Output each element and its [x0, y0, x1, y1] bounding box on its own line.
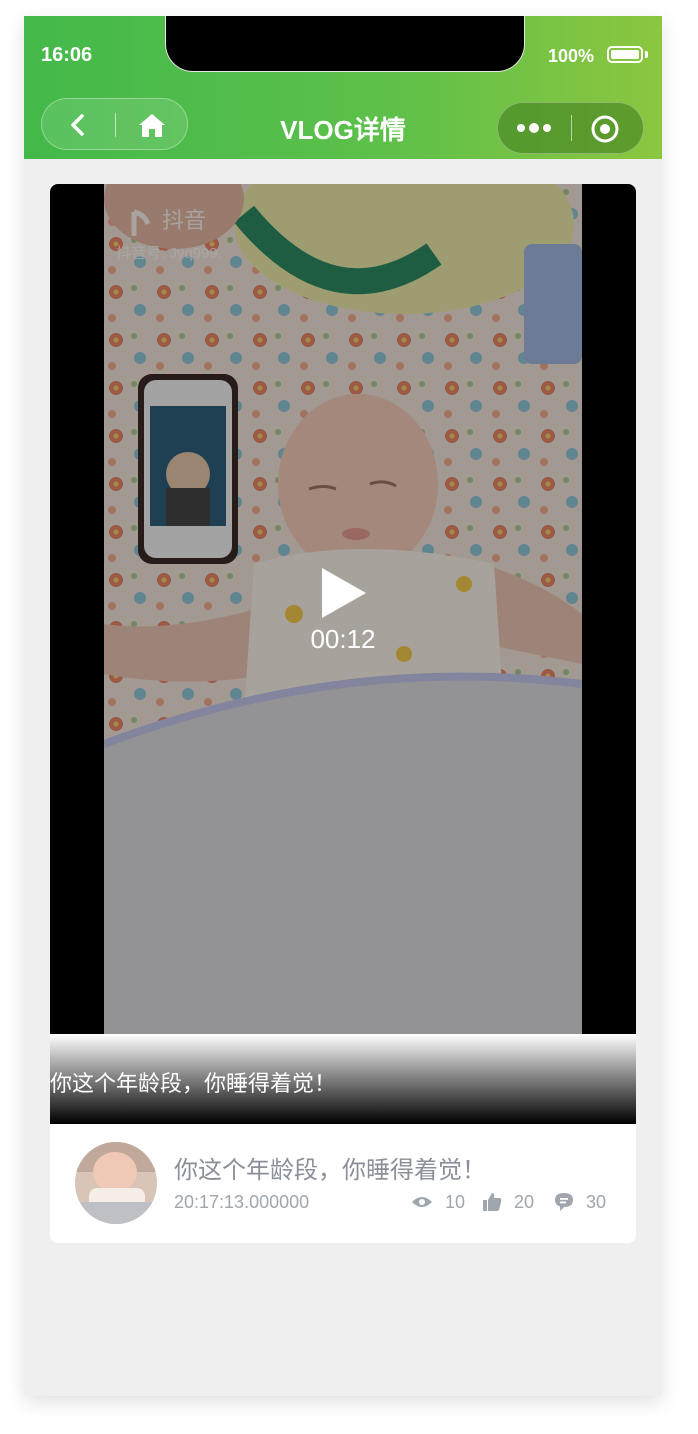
comments-stat[interactable]: 30 — [554, 1190, 606, 1214]
views-count: 10 — [445, 1191, 466, 1212]
phone-screen: 16:06 100% VLOG详情 抖音 抖音号: Jyq999. 00:12 … — [24, 16, 662, 1396]
header-bar: 16:06 100% VLOG详情 — [24, 16, 662, 159]
video-duration: 00:12 — [310, 624, 376, 654]
vlog-card: 抖音 抖音号: Jyq999. 00:12 你这个年龄段，你睡得着觉！ 你这个年… — [50, 184, 636, 1243]
close-miniprogram-button[interactable] — [590, 114, 620, 144]
video-caption: 你这个年龄段，你睡得着觉！ — [50, 1071, 337, 1096]
likes-stat[interactable]: 20 — [482, 1190, 534, 1214]
caption-band: 你这个年龄段，你睡得着觉！ — [50, 1034, 636, 1124]
avatar-image — [75, 1142, 157, 1224]
likes-count: 20 — [514, 1191, 535, 1212]
battery-percent: 100% — [548, 46, 595, 66]
comments-count: 30 — [586, 1191, 607, 1212]
more-dots-icon — [517, 123, 551, 133]
post-time: 20:17:13.000000 — [174, 1192, 310, 1212]
video-player[interactable]: 抖音 抖音号: Jyq999. 00:12 — [50, 184, 636, 1034]
views-stat: 10 — [411, 1190, 465, 1214]
play-icon[interactable] — [320, 566, 368, 620]
thumb-up-icon — [483, 1193, 502, 1211]
comment-icon — [555, 1193, 573, 1211]
eye-icon — [412, 1197, 432, 1207]
battery-icon — [607, 46, 643, 63]
capsule-menu — [497, 102, 644, 154]
avatar[interactable] — [75, 1142, 157, 1224]
status-time: 16:06 — [41, 44, 93, 66]
post-title: 你这个年龄段，你睡得着觉！ — [174, 1157, 486, 1184]
target-icon — [591, 115, 619, 143]
more-button[interactable] — [514, 119, 554, 137]
notch — [165, 16, 525, 72]
post-info: 你这个年龄段，你睡得着觉！ 20:17:13.000000 10 20 30 — [50, 1124, 636, 1243]
